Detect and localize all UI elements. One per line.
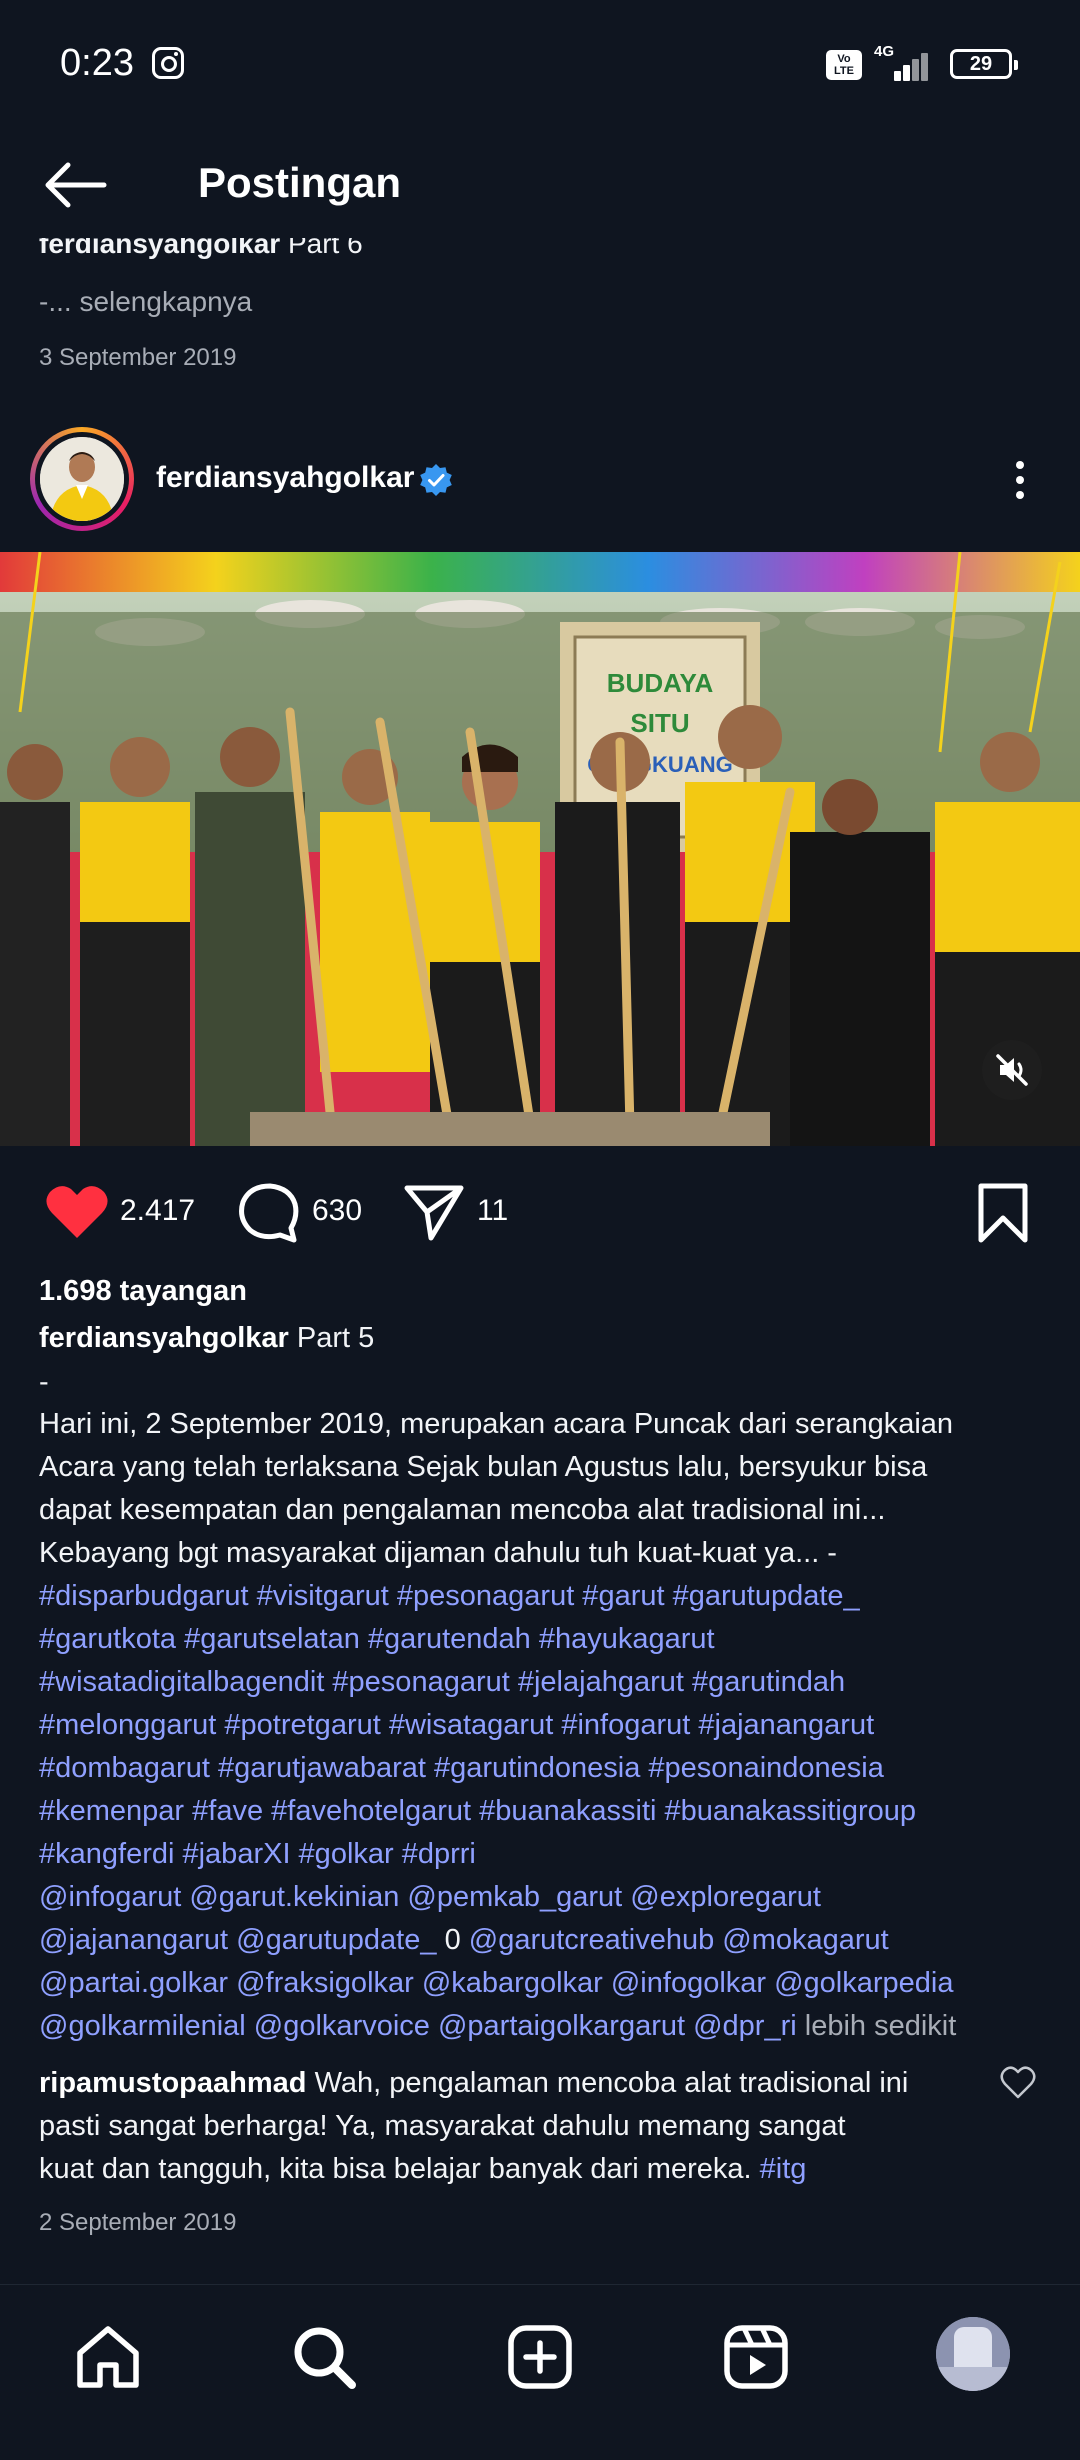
- caption-text-line: Kebayang bgt masyarakat dijaman dahulu t…: [39, 1537, 837, 1569]
- battery-icon: 29: [950, 49, 1018, 79]
- comment-line: ripamustopaahmad Wah, pengalaman mencoba…: [39, 2067, 908, 2100]
- mention-link[interactable]: @jajanangarut @garutupdate_: [39, 1924, 437, 1956]
- search-icon[interactable]: [286, 2319, 362, 2395]
- mention-line: @jajanangarut @garutupdate_ 0 @garutcrea…: [39, 1924, 889, 1957]
- hashtag-line[interactable]: #melonggarut #potretgarut #wisatagarut #…: [39, 1709, 874, 1742]
- comment-text: kuat dan tangguh, kita bisa belajar bany…: [39, 2153, 752, 2185]
- status-bar: 0:23 Vo LTE 4G 29: [0, 0, 1080, 130]
- action-bar: 2.417 630 11: [0, 1172, 1080, 1252]
- network-label: 4G: [874, 43, 895, 60]
- like-count[interactable]: 2.417: [120, 1194, 195, 1228]
- post-image[interactable]: BUDAYA SITU CANGKUANG: [0, 552, 1080, 1146]
- photo-sign-line1: BUDAYA: [607, 668, 714, 698]
- status-time: 0:23: [60, 42, 134, 84]
- mention-line[interactable]: @infogarut @garut.kekinian @pemkab_garut…: [39, 1881, 821, 1914]
- add-icon[interactable]: [502, 2319, 578, 2395]
- caption-text-line: Hari ini, 2 September 2019, merupakan ac…: [39, 1408, 954, 1440]
- caption-text-line: dapat kesempatan dan pengalaman mencoba …: [39, 1494, 886, 1526]
- comment-username[interactable]: ripamustopaahmad: [39, 2067, 307, 2099]
- hashtag-line[interactable]: #kemenpar #fave #favehotelgarut #buanaka…: [39, 1795, 916, 1828]
- hashtag-line[interactable]: #kangferdi #jabarXI #golkar #dprri: [39, 1838, 476, 1871]
- previous-post-part: Part 6: [287, 238, 363, 259]
- bookmark-icon[interactable]: [976, 1182, 1030, 1249]
- mention-zero: 0: [444, 1924, 461, 1956]
- instagram-icon: [152, 47, 184, 79]
- post-header: ferdiansyahgolkar: [0, 425, 1080, 535]
- share-count[interactable]: 11: [477, 1194, 508, 1228]
- previous-post-username[interactable]: ferdiansyahgolkar: [39, 238, 280, 259]
- hashtag-line[interactable]: #wisatadigitalbagendit #pesonagarut #jel…: [39, 1666, 845, 1699]
- heart-icon[interactable]: [44, 1182, 110, 1247]
- hashtag-line[interactable]: #garutkota #garutselatan #garutendah #ha…: [39, 1623, 715, 1656]
- mention-link[interactable]: @garutcreativehub @mokagarut: [469, 1924, 889, 1956]
- comment-hashtag[interactable]: #itg: [760, 2153, 807, 2185]
- comment-line: kuat dan tangguh, kita bisa belajar bany…: [39, 2153, 806, 2186]
- caption-username[interactable]: ferdiansyahgolkar: [39, 1322, 289, 1354]
- reels-icon[interactable]: [718, 2319, 794, 2395]
- mention-line[interactable]: @partai.golkar @fraksigolkar @kabargolka…: [39, 1967, 954, 2000]
- hashtag-line[interactable]: #disparbudgarut #visitgarut #pesonagarut…: [39, 1580, 860, 1613]
- post-username[interactable]: ferdiansyahgolkar: [156, 461, 414, 495]
- caption-part: Part 5: [296, 1322, 375, 1354]
- view-count[interactable]: 1.698 tayangan: [39, 1275, 247, 1308]
- comment-icon[interactable]: [236, 1182, 300, 1249]
- post-date: 2 September 2019: [39, 2209, 237, 2236]
- mute-icon[interactable]: [982, 1040, 1042, 1100]
- avatar[interactable]: [30, 427, 134, 531]
- hashtag-line[interactable]: #dombagarut #garutjawabarat #garutindone…: [39, 1752, 884, 1785]
- verified-badge-icon: [418, 462, 454, 498]
- battery-level: 29: [969, 53, 993, 75]
- mention-line: @golkarmilenial @golkarvoice @partaigolk…: [39, 2010, 956, 2043]
- more-options-icon[interactable]: [1000, 455, 1040, 505]
- back-arrow-icon[interactable]: [40, 160, 110, 210]
- previous-post-date: 3 September 2019: [39, 344, 237, 371]
- previous-post-more-link[interactable]: -... selengkapnya: [39, 286, 252, 318]
- profile-avatar[interactable]: [936, 2317, 1010, 2391]
- less-link[interactable]: lebih sedikit: [805, 2010, 957, 2042]
- top-bar: Postingan: [0, 140, 1080, 230]
- caption-text-line: Acara yang telah terlaksana Sejak bulan …: [39, 1451, 928, 1483]
- comment-text: pasti sangat berharga! Ya, masyarakat da…: [39, 2110, 846, 2142]
- volte-icon: Vo LTE: [826, 50, 862, 80]
- home-icon[interactable]: [70, 2319, 146, 2395]
- page-title: Postingan: [198, 159, 402, 206]
- previous-post-caption: ferdiansyahgolkar Part 6: [39, 238, 363, 268]
- comment-text: Wah, pengalaman mencoba alat tradisional…: [314, 2067, 909, 2099]
- caption-dash: -: [39, 1366, 49, 1398]
- share-icon[interactable]: [403, 1182, 465, 1247]
- comment-like-icon[interactable]: [1000, 2066, 1036, 2100]
- caption-header: ferdiansyahgolkar Part 5: [39, 1322, 374, 1355]
- mention-link[interactable]: @golkarmilenial @golkarvoice @partaigolk…: [39, 2010, 797, 2042]
- avatar-photo: [40, 437, 124, 521]
- bottom-navigation: [0, 2284, 1080, 2460]
- comment-count[interactable]: 630: [312, 1194, 362, 1228]
- photo-sign-line2: SITU: [630, 708, 689, 738]
